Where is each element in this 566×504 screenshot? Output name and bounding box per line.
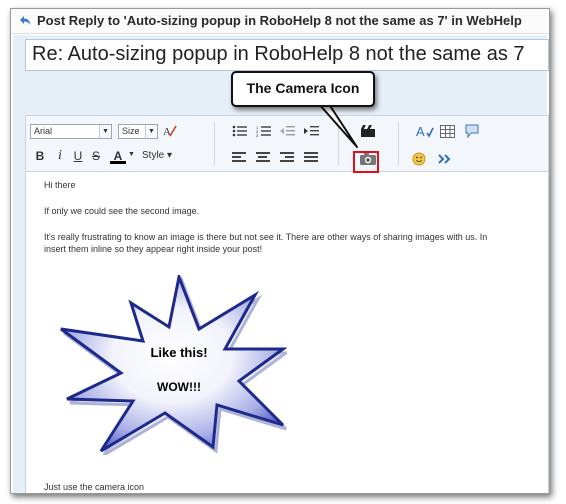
callout-pointer-cover (312, 93, 322, 97)
screenshot-frame: Post Reply to 'Auto-sizing popup in Robo… (10, 8, 550, 494)
camera-icon-highlight (353, 151, 379, 173)
